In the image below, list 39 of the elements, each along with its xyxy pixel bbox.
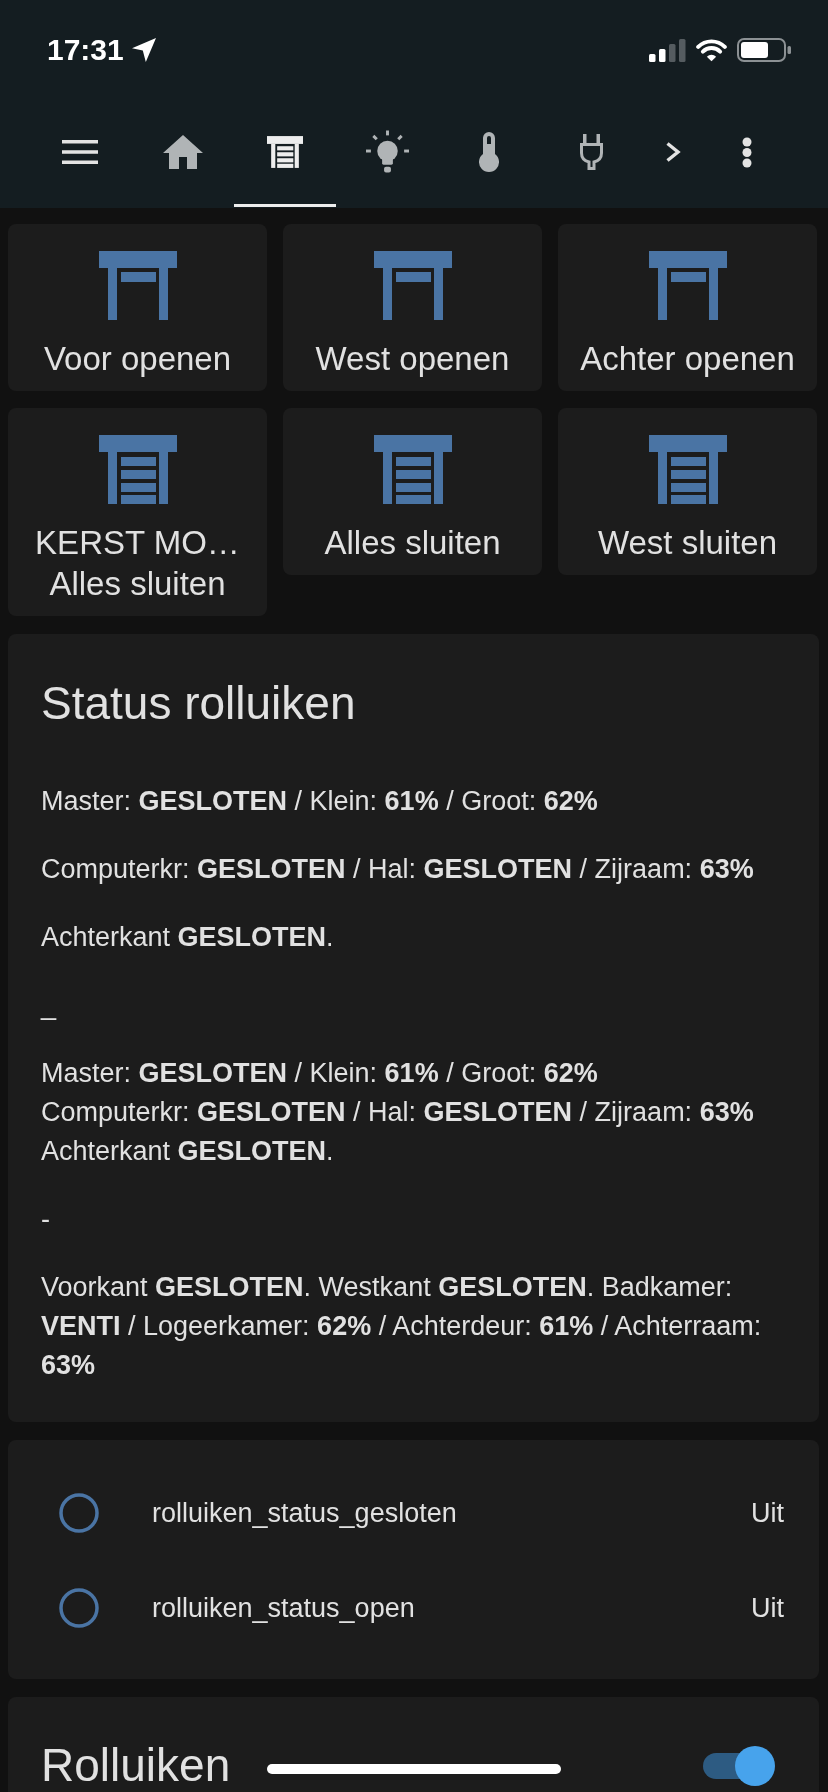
garage-closed-icon [648,435,727,504]
action-button[interactable]: Alles sluiten [283,408,542,575]
more-options-icon[interactable] [742,136,752,168]
action-button[interactable]: Voor openen [8,224,267,391]
garage-open-icon [373,251,452,320]
action-button[interactable]: KERST MO… Alles sluiten [8,408,267,616]
action-button[interactable]: Achter openen [558,224,817,391]
home-icon [163,135,203,169]
wifi-icon [696,38,727,62]
chevron-right-icon[interactable] [665,141,681,163]
entity-name[interactable]: rolluiken_status_gesloten [152,1495,457,1530]
garage-open-icon [648,251,727,320]
status-text: Master: GESLOTEN / Klein: 61% / Groot: 62% Computerkr: GESLOTEN / Hal: GESLOTEN / Zijraam: 63% Achterkant GESLOTEN. [41,1057,755,1168]
entity-state: Uit [751,1496,784,1530]
status-text: Voorkant GESLOTEN. Westkant GESLOTEN. Badkamer: VENTI / Logeerkamer: 62% / Achterdeur: 61% / Achterraam: 63% [41,1271,763,1382]
card-title: Rolluiken [41,1738,231,1792]
action-button[interactable]: West openen [283,224,542,391]
lightbulb-icon [365,130,409,174]
plug-icon [578,134,604,170]
menu-icon[interactable] [62,140,98,164]
location-arrow-icon [131,38,156,62]
clock-time: 17:31 [47,32,124,68]
garage-closed-icon [98,435,177,504]
garage-open-icon [98,251,177,320]
status-text: - [41,1203,51,1236]
garage-closed-icon [373,435,452,504]
toggle-switch[interactable] [703,1745,775,1786]
garage-icon [267,136,303,168]
entity-state: Uit [751,1591,784,1625]
thermometer-icon [479,132,499,172]
signal-icon [649,38,686,62]
status-text: _ [41,989,58,1022]
status-text: Computerkr: GESLOTEN / Hal: GESLOTEN / Zijraam: 63% [41,853,755,886]
battery-icon [737,38,791,62]
status-text: Achterkant GESLOTEN. [41,921,335,954]
status-text: Master: GESLOTEN / Klein: 61% / Groot: 62% [41,785,599,818]
card-title: Status rolluiken [41,676,357,731]
entity-name[interactable]: rolluiken_status_open [152,1590,415,1625]
action-button[interactable]: West sluiten [558,408,817,575]
